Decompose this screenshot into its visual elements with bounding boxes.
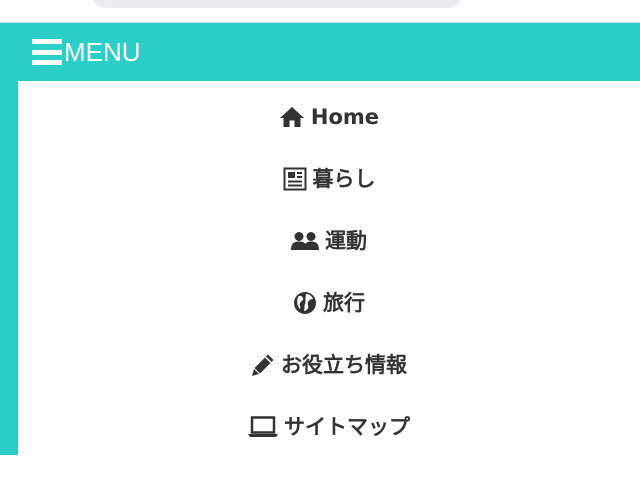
page: MENU Home 暮らし 運動 旅行 お役立ち情報 サイトマップ xyxy=(0,0,640,483)
hamburger-icon xyxy=(32,39,62,65)
nav-item-home[interactable]: Home xyxy=(18,97,640,137)
top-bar xyxy=(0,0,640,23)
page-footer-space xyxy=(0,455,640,483)
nav-item-oyakudachi[interactable]: お役立ち情報 xyxy=(18,345,640,385)
nav-item-label: サイトマップ xyxy=(284,414,410,439)
menu-panel: Home 暮らし 運動 旅行 お役立ち情報 サイトマップ xyxy=(18,81,640,455)
laptop-icon xyxy=(248,416,278,438)
nav-item-label: 運動 xyxy=(325,228,367,253)
users-icon xyxy=(291,231,319,251)
newspaper-icon xyxy=(283,167,307,191)
menu-label: MENU xyxy=(64,37,141,67)
nav-item-ryokou[interactable]: 旅行 xyxy=(18,283,640,323)
menu-bar: MENU xyxy=(0,23,640,81)
search-box[interactable] xyxy=(92,0,462,8)
nav-item-undou[interactable]: 運動 xyxy=(18,221,640,261)
menu-toggle-button[interactable]: MENU xyxy=(32,39,141,65)
home-icon xyxy=(279,106,305,128)
nav-item-sitemap[interactable]: サイトマップ xyxy=(18,407,640,447)
nav-item-label: 旅行 xyxy=(323,290,365,315)
nav-item-label: 暮らし xyxy=(312,166,376,191)
nav-item-label: お役立ち情報 xyxy=(281,352,407,377)
nav-item-kurashi[interactable]: 暮らし xyxy=(18,159,640,199)
pencil-icon xyxy=(251,353,275,377)
globe-icon xyxy=(293,291,317,315)
nav-item-label: Home xyxy=(310,104,380,129)
